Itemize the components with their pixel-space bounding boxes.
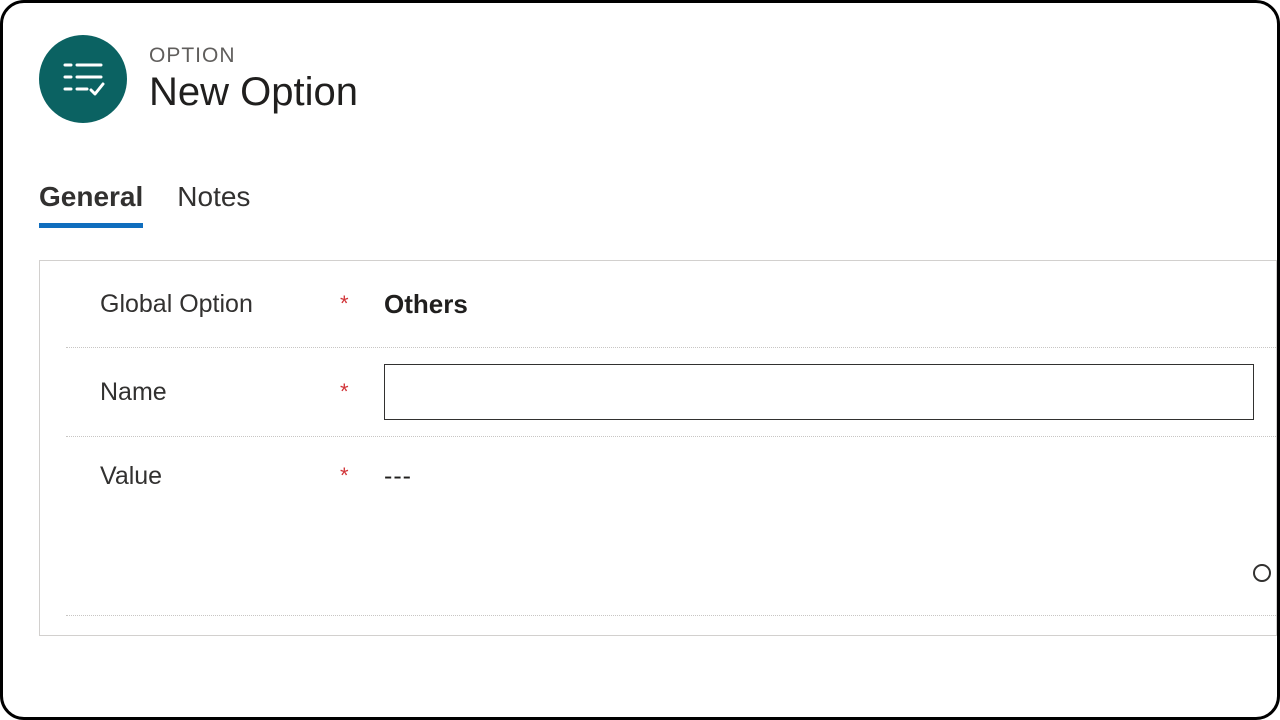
tab-general[interactable]: General	[39, 181, 143, 228]
value-required: *	[340, 463, 368, 489]
header-text: OPTION New Option	[149, 44, 358, 114]
page-header: OPTION New Option	[3, 3, 1277, 123]
tabs: General Notes	[3, 123, 1277, 228]
name-label: Name	[100, 378, 340, 407]
value-placeholder[interactable]: ---	[384, 462, 412, 491]
name-input[interactable]	[384, 364, 1254, 420]
tab-notes[interactable]: Notes	[177, 181, 250, 228]
value-label: Value	[100, 462, 340, 491]
page-title: New Option	[149, 70, 358, 114]
form-panel: Global Option * Others Name * Value *	[39, 260, 1277, 636]
window-frame: OPTION New Option General Notes Global O…	[0, 0, 1280, 720]
global-option-value[interactable]: Others	[384, 289, 468, 320]
field-separator	[66, 615, 1276, 616]
field-value: Value * ---	[40, 437, 1276, 515]
value-textarea-space	[40, 515, 1276, 615]
field-global-option: Global Option * Others	[40, 261, 1276, 347]
name-required: *	[340, 379, 368, 405]
global-option-required: *	[340, 291, 368, 317]
field-name: Name *	[40, 348, 1276, 436]
search-icon[interactable]	[1248, 561, 1277, 595]
entity-type-label: OPTION	[149, 44, 358, 68]
option-entity-icon	[39, 35, 127, 123]
global-option-label: Global Option	[100, 290, 340, 319]
